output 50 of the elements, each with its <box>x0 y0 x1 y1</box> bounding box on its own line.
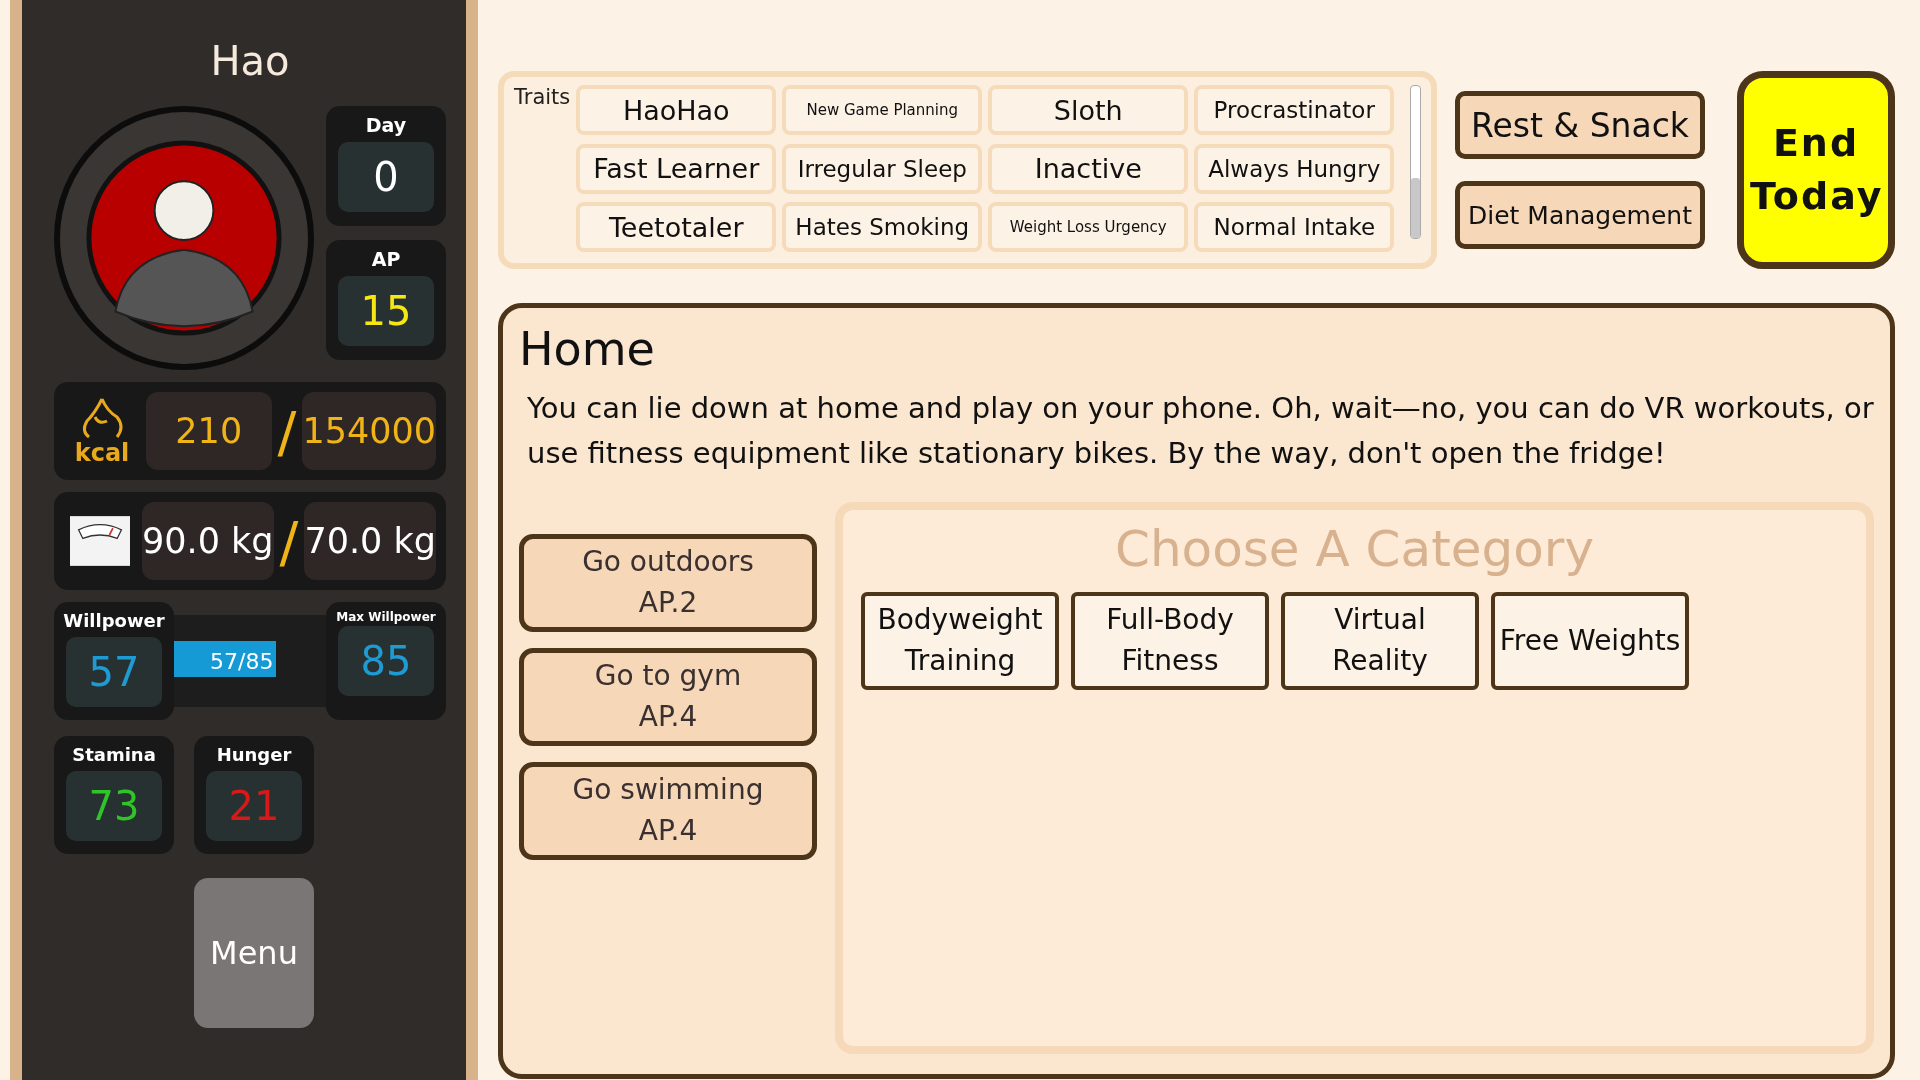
calorie-current: 210 <box>146 392 272 470</box>
day-label: Day <box>365 114 407 136</box>
trait-tag: Hates Smoking <box>782 202 983 253</box>
trait-tag: Sloth <box>988 85 1189 135</box>
willpower-value: 57 <box>66 637 162 707</box>
trait-tag: Fast Learner <box>576 143 777 194</box>
trait-tag: Procrastinator <box>1194 85 1395 135</box>
willpower-reading: 57/85 <box>210 648 274 674</box>
scrollbar[interactable] <box>1410 85 1421 239</box>
location-action-button[interactable]: Go outdoors AP.2 <box>519 533 817 632</box>
category-button[interactable]: Virtual Reality <box>1281 591 1479 690</box>
category-heading: Choose A Category <box>1115 519 1594 578</box>
slash-divider: / <box>277 398 297 464</box>
hunger-value: 21 <box>206 771 302 841</box>
ap-label: AP <box>371 248 401 270</box>
category-button[interactable]: Free Weights <box>1491 591 1689 690</box>
menu-button[interactable]: Menu <box>194 878 314 1028</box>
willpower-label: Willpower <box>63 610 165 631</box>
action-button[interactable]: Diet Management <box>1455 181 1705 249</box>
trait-tag: Inactive <box>988 143 1189 194</box>
weight-current: 90.0 kg <box>142 502 274 580</box>
hunger-label: Hunger <box>216 744 292 765</box>
trait-tag: Teetotaler <box>576 202 777 253</box>
category-button[interactable]: Bodyweight Training <box>861 591 1059 690</box>
day-value: 0 <box>338 142 434 212</box>
trait-tag: Irregular Sleep <box>782 143 983 194</box>
trait-tag: HaoHao <box>576 85 777 135</box>
location-action-button[interactable]: Go to gym AP.4 <box>519 647 817 746</box>
stamina-value: 73 <box>66 771 162 841</box>
max-willpower-label: Max Willpower <box>336 610 436 624</box>
kcal-label: kcal <box>74 441 130 465</box>
player-name: Hao <box>209 38 291 84</box>
location-description: You can lie down at home and play on your phone. Oh, wait—no, you can do VR workouts, or use fitness equipment like stationary bikes. By the way, don't open the fridge! <box>527 390 1874 472</box>
action-button[interactable]: Rest & Snack <box>1455 91 1705 159</box>
trait-tag: Always Hungry <box>1194 143 1395 194</box>
trait-tag: New Game Planning <box>782 85 983 135</box>
location-title: Home <box>519 322 656 376</box>
category-button[interactable]: Full-Body Fitness <box>1071 591 1269 690</box>
traits-label: Traits <box>514 85 571 111</box>
stamina-label: Stamina <box>72 744 156 765</box>
calorie-target: 154000 <box>302 392 436 470</box>
location-action-button[interactable]: Go swimming AP.4 <box>519 761 817 860</box>
weight-target: 70.0 kg <box>304 502 436 580</box>
max-willpower-value: 85 <box>338 626 434 696</box>
trait-tag: Weight Loss Urgency <box>988 202 1189 253</box>
slash-divider: / <box>279 508 299 574</box>
end-today-button[interactable]: End Today <box>1737 71 1895 269</box>
ap-value: 15 <box>338 276 434 346</box>
trait-tag: Normal Intake <box>1194 202 1395 253</box>
scrollbar-thumb[interactable] <box>1411 178 1420 238</box>
